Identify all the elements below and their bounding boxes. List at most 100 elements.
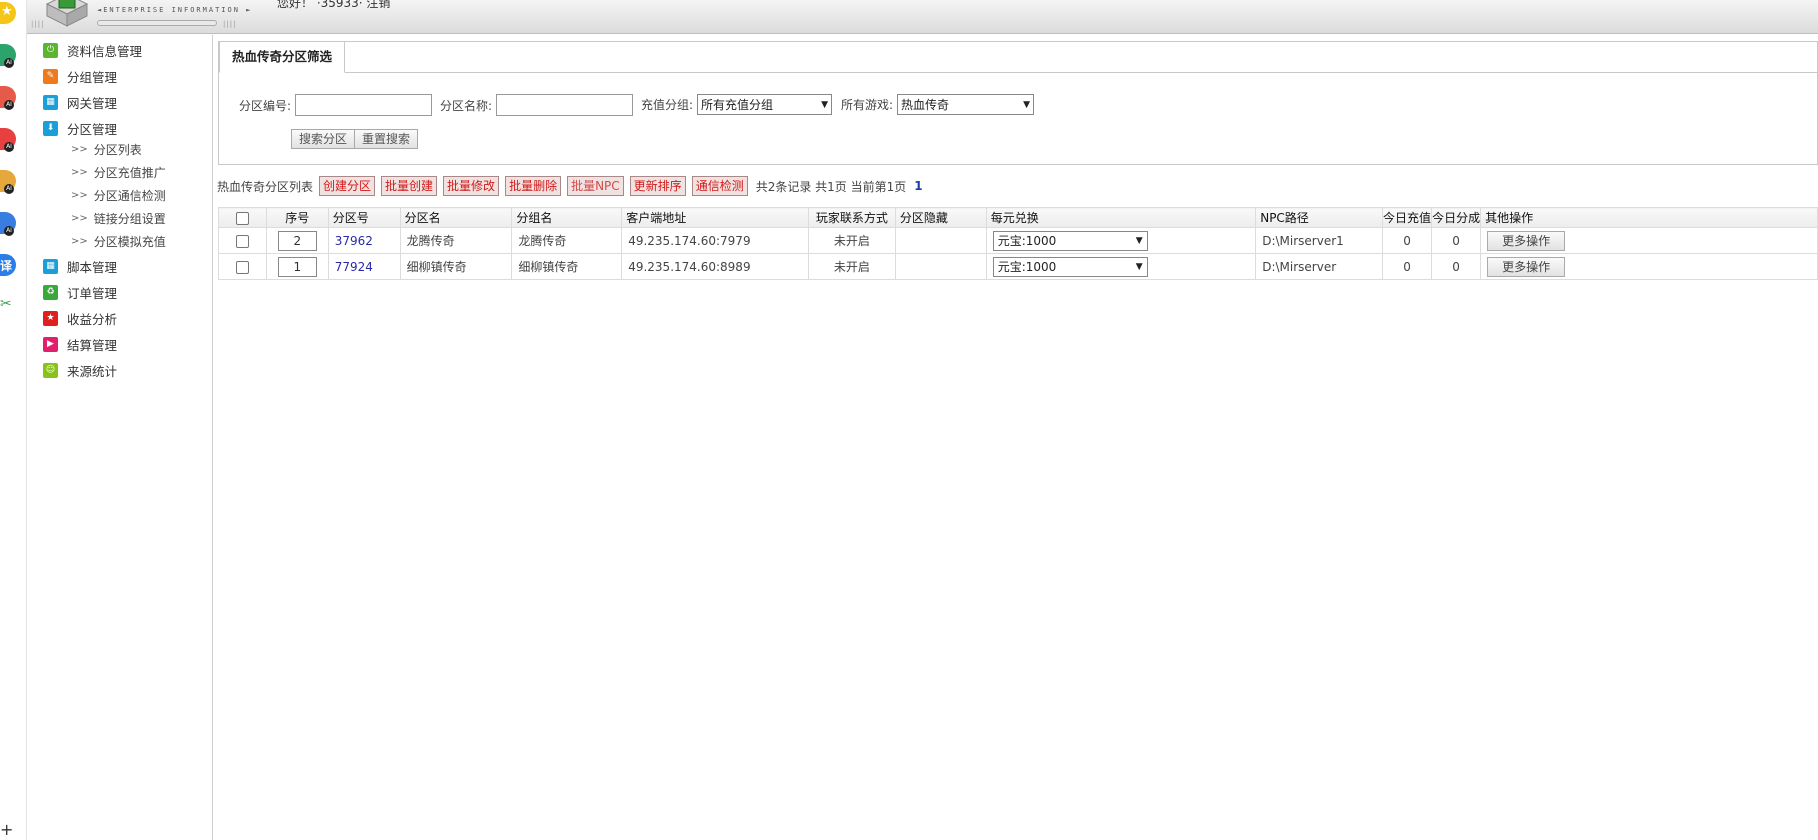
select-all-cell: [218, 207, 267, 228]
translate-app-icon[interactable]: 译: [0, 254, 16, 276]
nav-item-zone[interactable]: ⬇ 分区管理: [43, 116, 117, 140]
filter-zone-no: 分区编号:: [239, 94, 433, 116]
nav-label: 分区管理: [67, 121, 118, 137]
tab-zone-filter[interactable]: 热血传奇分区筛选: [219, 41, 346, 73]
client-addr-cell: 49.235.174.60:7979: [621, 227, 809, 254]
nav-item-revenue[interactable]: ★ 收益分析: [43, 306, 117, 330]
exchange-value: 元宝:1000: [997, 260, 1057, 274]
seq-input[interactable]: 2: [277, 230, 317, 251]
exchange-select[interactable]: 元宝:1000 ▼: [992, 256, 1148, 277]
list-toolbar: 热血传奇分区列表 创建分区 批量创建 批量修改 批量删除 批量NPC 更新排序 …: [217, 175, 923, 197]
nav-item-group[interactable]: ✎ 分组管理: [43, 64, 117, 88]
group-name-cell: 龙腾传奇: [511, 227, 623, 254]
play-icon: ▶: [43, 336, 58, 352]
zone-no-link[interactable]: 37962: [335, 234, 373, 248]
col-client-addr: 客户端地址: [621, 207, 809, 228]
grid-icon: ▦: [43, 94, 58, 110]
sub-item-zone-recharge-promo[interactable]: >> 分区充值推广: [71, 161, 166, 183]
ai-app-icon[interactable]: AI: [0, 86, 16, 110]
nav-label: 收益分析: [67, 311, 118, 327]
filter-panel: 热血传奇分区筛选 分区编号: 分区名称: 充值分组: 所有充值分组 ▼ 所有游戏…: [218, 41, 1818, 165]
chevron-down-icon: ▼: [1135, 235, 1143, 246]
zone-no-cell: 37962: [327, 227, 401, 254]
col-today-share: 今日分成: [1431, 207, 1482, 228]
other-ops-cell: 更多操作: [1480, 253, 1818, 280]
search-zone-button[interactable]: 搜索分区: [291, 129, 356, 149]
batch-edit-button[interactable]: 批量修改: [443, 176, 500, 196]
nav-item-profile[interactable]: ⏻ 资料信息管理: [43, 38, 142, 62]
logo-tagline: ◄ENTERPRISE INFORMATION ►: [97, 6, 253, 14]
reset-search-button[interactable]: 重置搜索: [354, 129, 419, 149]
add-icon[interactable]: +: [0, 820, 13, 839]
recharge-group-select[interactable]: 所有充值分组 ▼: [697, 94, 833, 115]
row-checkbox[interactable]: [235, 234, 249, 248]
row-checkbox[interactable]: [235, 260, 249, 274]
row-select-cell: [218, 253, 267, 280]
client-addr-cell: 49.235.174.60:8989: [621, 253, 809, 280]
more-actions-button[interactable]: 更多操作: [1487, 230, 1566, 251]
zone-no-cell: 77924: [327, 253, 401, 280]
contact-cell: 未开启: [807, 227, 896, 254]
col-npc-path: NPC路径: [1255, 207, 1384, 228]
recharge-group-label: 充值分组:: [641, 98, 694, 112]
game-value: 热血传奇: [901, 98, 950, 112]
nav-label: 资料信息管理: [67, 43, 143, 59]
sub-item-zone-comm-check[interactable]: >> 分区通信检测: [71, 184, 166, 206]
col-zone-no: 分区号: [327, 207, 401, 228]
nav-label: 脚本管理: [67, 259, 118, 275]
power-icon: ⏻: [43, 42, 58, 58]
nav-item-orders[interactable]: ♻ 订单管理: [43, 280, 117, 304]
nav-item-gateway[interactable]: ▦ 网关管理: [43, 90, 117, 114]
zone-no-input[interactable]: [295, 94, 433, 116]
page-link[interactable]: 1: [914, 179, 922, 193]
ai-app-icon[interactable]: AI: [0, 212, 16, 236]
exchange-select[interactable]: 元宝:1000 ▼: [992, 230, 1148, 251]
ai-badge: AI: [4, 226, 14, 236]
select-all-checkbox[interactable]: [235, 211, 249, 225]
nav-label: 分组管理: [67, 69, 118, 85]
zone-no-link[interactable]: 77924: [335, 260, 373, 274]
exchange-cell: 元宝:1000 ▼: [985, 253, 1257, 280]
update-order-button[interactable]: 更新排序: [629, 176, 686, 196]
seq-cell: 1: [265, 253, 329, 280]
batch-delete-button[interactable]: 批量删除: [505, 176, 562, 196]
create-zone-button[interactable]: 创建分区: [319, 176, 376, 196]
game-select[interactable]: 热血传奇 ▼: [897, 94, 1035, 115]
sub-label: 链接分组设置: [93, 211, 166, 226]
group-name-cell: 细柳镇传奇: [511, 253, 623, 280]
col-hidden: 分区隐藏: [894, 207, 987, 228]
batch-npc-button[interactable]: 批量NPC: [567, 176, 624, 196]
exchange-cell: 元宝:1000 ▼: [985, 227, 1257, 254]
comm-check-button[interactable]: 通信检测: [691, 176, 748, 196]
ai-app-icon[interactable]: AI: [0, 128, 16, 152]
user-status: 您好！ ·35933· 注销: [277, 0, 391, 10]
tab-divider: [219, 72, 1817, 73]
nav-item-settlement[interactable]: ▶ 结算管理: [43, 332, 117, 356]
more-actions-button[interactable]: 更多操作: [1487, 256, 1566, 277]
sub-item-link-group-settings[interactable]: >> 链接分组设置: [71, 207, 166, 229]
zone-no-label: 分区编号:: [239, 98, 292, 113]
nav-label: 来源统计: [67, 363, 118, 379]
grid-icon: ▦: [43, 258, 58, 274]
batch-create-button[interactable]: 批量创建: [381, 176, 438, 196]
sub-item-zone-list[interactable]: >> 分区列表: [71, 138, 142, 160]
top-header: 您好！ ·35933· 注销 ◄ENTERPRISE INFORMATION ►…: [27, 0, 1818, 34]
nav-item-source-stats[interactable]: ☺ 来源统计: [43, 358, 117, 382]
zone-name-input[interactable]: [496, 94, 634, 116]
ai-app-icon[interactable]: AI: [0, 44, 16, 68]
chevron-double-right-icon: >>: [71, 143, 88, 155]
nav-item-script[interactable]: ▦ 脚本管理: [43, 254, 117, 278]
ai-app-icon[interactable]: AI: [0, 170, 16, 194]
sub-item-zone-sim-recharge[interactable]: >> 分区模拟充值: [71, 230, 166, 252]
scissors-app-icon[interactable]: ✂: [0, 296, 16, 318]
col-contact: 玩家联系方式: [807, 207, 896, 228]
game-label: 所有游戏:: [841, 98, 894, 112]
seq-input[interactable]: 1: [277, 256, 317, 277]
star-app-icon[interactable]: ★: [0, 2, 16, 24]
col-other-ops: 其他操作: [1480, 207, 1818, 228]
col-group-name: 分组名: [511, 207, 623, 228]
nav-label: 结算管理: [67, 337, 118, 353]
list-title: 热血传奇分区列表: [217, 179, 314, 194]
npc-path-cell: D:\Mirserver: [1255, 253, 1384, 280]
header-ticks-right: ||||: [223, 20, 237, 28]
